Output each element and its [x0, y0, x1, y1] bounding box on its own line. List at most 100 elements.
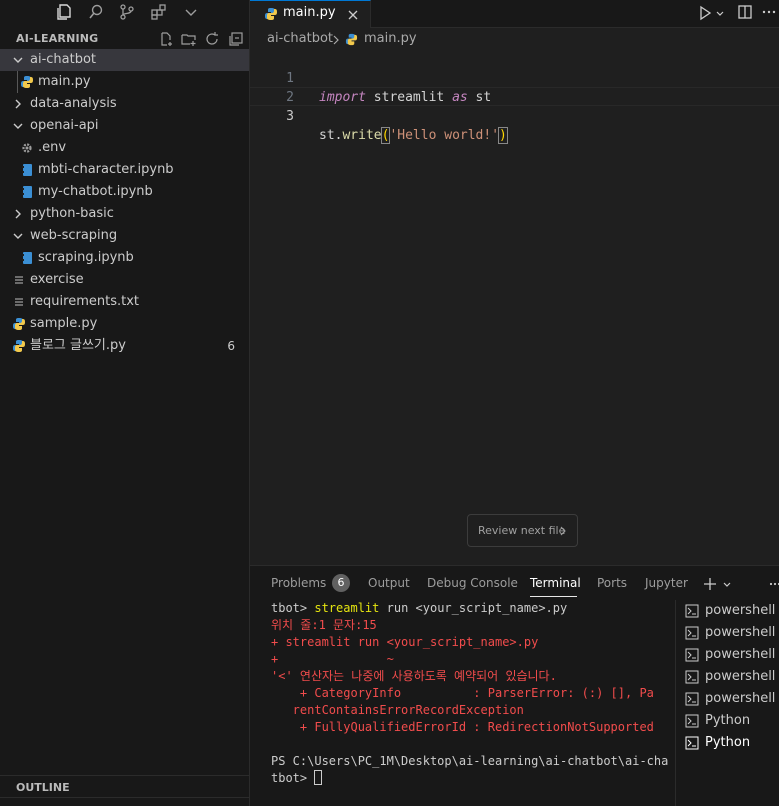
python-file-icon — [21, 76, 33, 88]
code-line-active: 3 st.write('Hello world!') — [250, 87, 779, 144]
more-actions-icon[interactable] — [768, 577, 779, 591]
tree-folder-python-basic[interactable]: python-basic — [0, 203, 249, 225]
outline-header[interactable]: OUTLINE — [0, 775, 249, 797]
terminal-error-line: + FullyQualifiedErrorId : RedirectionNot… — [271, 720, 654, 734]
more-actions-icon[interactable] — [761, 4, 777, 20]
tree-label: scraping.ipynb — [38, 250, 134, 265]
chevron-right-icon — [333, 35, 339, 45]
breadcrumb-file[interactable]: main.py — [364, 31, 417, 46]
tree-label: mbti-character.ipynb — [38, 162, 174, 177]
tab-output[interactable]: Output — [368, 576, 410, 590]
chevron-down-icon — [13, 57, 23, 63]
source-control-icon[interactable] — [118, 3, 136, 21]
terminal-instance[interactable]: Python — [685, 710, 779, 732]
refresh-icon[interactable] — [204, 31, 220, 47]
outline-title: OUTLINE — [16, 781, 70, 794]
explorer-icon[interactable] — [55, 3, 73, 21]
terminal-prompt-line: PS C:\Users\PC_1M\Desktop\ai-learning\ai… — [271, 754, 669, 768]
tree-file-env[interactable]: .env — [0, 137, 249, 159]
tree-folder-ai-chatbot[interactable]: ai-chatbot — [0, 49, 249, 71]
terminal-error-line: + CategoryInfo : ParserError: (:) [], Pa — [271, 686, 654, 700]
terminal-name: powershell — [705, 647, 776, 662]
explorer-title: AI-LEARNING — [16, 32, 99, 45]
tab-main-py[interactable]: main.py — [250, 0, 371, 28]
tree-file-my-chatbot[interactable]: my-chatbot.ipynb — [0, 181, 249, 203]
run-icon[interactable] — [697, 5, 713, 21]
tab-ports[interactable]: Ports — [597, 576, 627, 590]
terminal-prompt-line: tbot> — [271, 770, 323, 787]
terminal-name: powershell — [705, 669, 776, 684]
tab-terminal[interactable]: Terminal — [530, 576, 581, 590]
code-line: 2 — [250, 69, 779, 105]
terminal-error-line: + ~ — [271, 652, 394, 666]
code-line: 1 import streamlit as st — [250, 50, 779, 105]
tree-file-sample-py[interactable]: sample.py — [0, 313, 249, 335]
terminal-icon — [685, 736, 699, 750]
tree-file-requirements[interactable]: requirements.txt — [0, 291, 249, 313]
timeline-header[interactable] — [0, 797, 249, 806]
breadcrumb-folder[interactable]: ai-chatbot — [267, 31, 333, 46]
terminal-error-line: rentContainsErrorRecordException — [271, 703, 524, 717]
terminal-instance[interactable]: powershell — [685, 600, 779, 622]
editor: main.py ai-chatbot main.py 1 import stre… — [250, 0, 779, 565]
tree-file-exercise[interactable]: exercise — [0, 269, 249, 291]
extensions-icon[interactable] — [150, 3, 168, 21]
review-next-file-button[interactable]: Review next file — [467, 514, 578, 547]
tree-folder-web-scraping[interactable]: web-scraping — [0, 225, 249, 247]
identifier: st. — [319, 128, 343, 143]
chevron-down-icon — [13, 233, 23, 239]
tab-debug-console[interactable]: Debug Console — [427, 576, 518, 590]
tree-label: web-scraping — [30, 228, 118, 243]
new-folder-icon[interactable] — [181, 31, 197, 47]
terminal-instance[interactable]: powershell — [685, 644, 779, 666]
tree-file-main-py[interactable]: main.py — [0, 71, 249, 93]
tree-label: 블로그 글쓰기.py — [30, 338, 126, 353]
search-icon[interactable] — [87, 3, 105, 21]
tree-folder-openai-api[interactable]: openai-api — [0, 115, 249, 137]
split-editor-icon[interactable] — [737, 4, 753, 20]
tree-file-mbti-character[interactable]: mbti-character.ipynb — [0, 159, 249, 181]
command-args: run <your_script_name>.py — [379, 601, 568, 615]
terminal-instance[interactable]: powershell — [685, 688, 779, 710]
plus-icon[interactable] — [703, 577, 717, 591]
indent-guide — [17, 71, 18, 93]
command-text: streamlit — [314, 601, 380, 615]
text-file-icon — [15, 298, 23, 306]
terminal-instance[interactable]: powershell — [685, 666, 779, 688]
new-file-icon[interactable] — [158, 31, 174, 47]
text-file-icon — [15, 276, 23, 284]
notebook-icon — [22, 252, 32, 264]
terminal-name: Python — [705, 735, 751, 750]
tree-folder-data-analysis[interactable]: data-analysis — [0, 93, 249, 115]
chevron-down-icon[interactable] — [715, 9, 725, 19]
terminal-icon — [685, 670, 699, 684]
tab-label: main.py — [283, 5, 336, 20]
tree-file-blog-py[interactable]: 블로그 글쓰기.py 6 — [0, 335, 249, 357]
string-literal: 'Hello world!' — [389, 128, 500, 143]
terminal-output[interactable]: tbot> streamlit run <your_script_name>.p… — [250, 600, 675, 806]
tab-problems[interactable]: Problems — [271, 576, 326, 590]
chevron-down-icon[interactable] — [182, 3, 200, 21]
terminal-instance-active[interactable]: Python — [685, 732, 779, 754]
tab-jupyter[interactable]: Jupyter — [645, 576, 688, 590]
chevron-down-icon — [13, 123, 23, 129]
tree-file-scraping[interactable]: scraping.ipynb — [0, 247, 249, 269]
sidebar: AI-LEARNING ai-chatbot main.py data-anal… — [0, 0, 250, 806]
terminal-cursor — [314, 770, 323, 785]
prompt-text: tbot> — [271, 601, 315, 615]
close-icon[interactable] — [346, 8, 360, 22]
chevron-down-icon[interactable] — [722, 580, 732, 590]
code-editor[interactable]: 1 import streamlit as st 2 3 st.write('H… — [250, 49, 779, 144]
tree-label: .env — [38, 140, 67, 155]
terminal-name: powershell — [705, 603, 776, 618]
collapse-all-icon[interactable] — [228, 31, 244, 47]
explorer-header[interactable]: AI-LEARNING — [0, 28, 250, 50]
tree-label: requirements.txt — [30, 294, 140, 309]
tree-label: sample.py — [30, 316, 98, 331]
tree-label: my-chatbot.ipynb — [38, 184, 153, 199]
terminal-icon — [685, 604, 699, 618]
terminal-instance[interactable]: powershell — [685, 622, 779, 644]
tree-label: ai-chatbot — [30, 52, 97, 67]
tab-bar: main.py — [250, 0, 779, 28]
line-number: 3 — [286, 109, 294, 124]
